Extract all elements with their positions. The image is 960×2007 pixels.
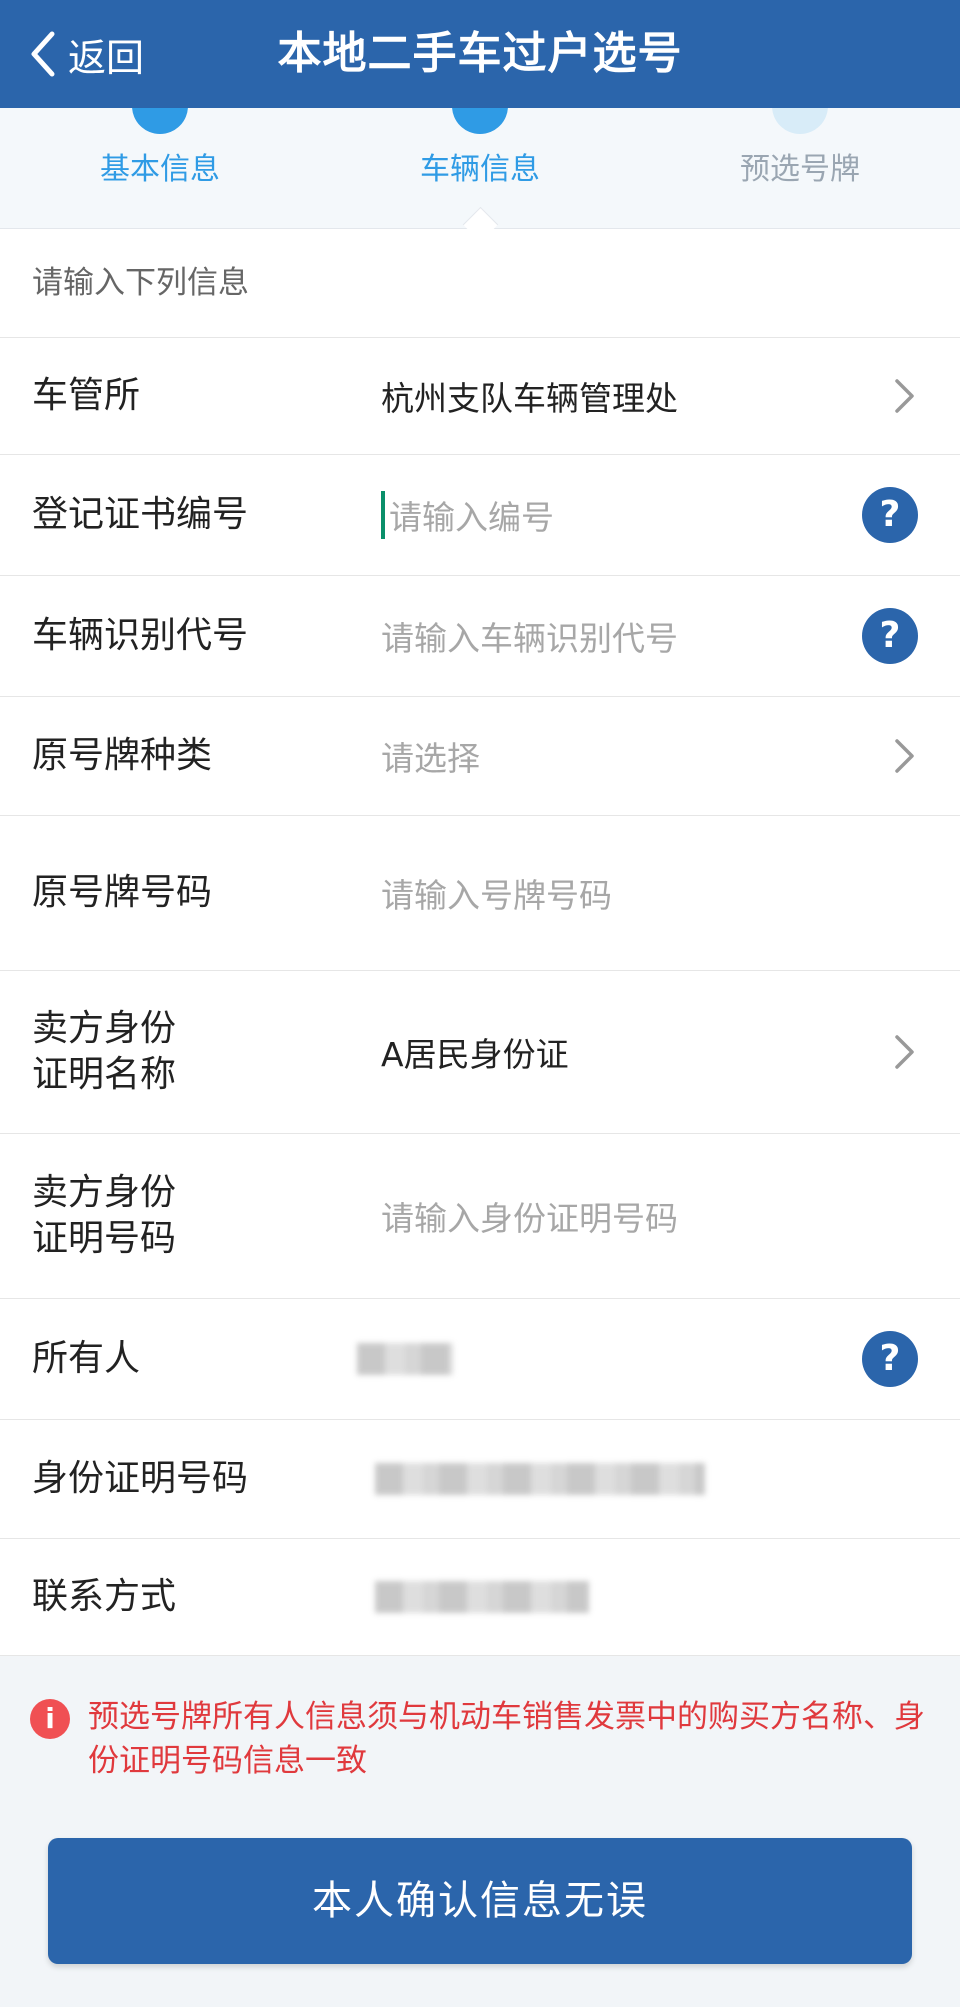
field-label-line1: 卖方身份 — [32, 1008, 177, 1049]
original-plate-type-select[interactable]: 请选择 — [381, 697, 850, 815]
field-label: 原号牌号码 — [32, 872, 213, 913]
confirm-info-button[interactable]: 本人确认信息无误 — [48, 1838, 912, 1964]
field-seller-id-type[interactable]: 卖方身份 证明名称 A居民身份证 — [0, 971, 960, 1134]
chevron-right-icon — [895, 379, 914, 413]
seller-id-number-input[interactable]: 请输入身份证明号码 — [381, 1134, 850, 1298]
top-header: 返回 本地二手车过户选号 — [0, 0, 960, 108]
redacted-block — [357, 1343, 453, 1375]
original-plate-number-input[interactable]: 请输入号牌号码 — [381, 816, 850, 970]
field-label: 卖方身份 证明号码 — [32, 1134, 352, 1298]
field-original-plate-type[interactable]: 原号牌种类 请选择 — [0, 697, 960, 816]
info-alert-icon: i — [30, 1699, 70, 1739]
field-label-line1: 卖方身份 — [32, 1172, 177, 1213]
form-hint: 请输入下列信息 — [0, 229, 960, 338]
help-question-icon[interactable]: ? — [862, 1331, 918, 1387]
app-root: 返回 本地二手车过户选号 基本信息 车辆信息 预选号牌 请输入下列信息 车管所 … — [0, 0, 960, 2007]
field-owner: 所有人 ? — [0, 1299, 960, 1420]
step-plate-selection: 预选号牌 — [640, 108, 960, 228]
field-label: 车管所 — [32, 375, 141, 416]
redacted-block — [375, 1463, 705, 1495]
field-vin: 车辆识别代号 请输入车辆识别代号 ? — [0, 576, 960, 697]
field-registration-cert-no: 登记证书编号 请输入编号 ? — [0, 455, 960, 576]
field-label-line2: 证明名称 — [32, 1054, 177, 1095]
warning-text: 预选号牌所有人信息须与机动车销售发票中的购买方名称、身份证明号码信息一致 — [88, 1699, 925, 1779]
field-label: 登记证书编号 — [32, 494, 249, 535]
vehicle-info-form: 请输入下列信息 车管所 杭州支队车辆管理处 登记证书编号 请输入编号 ? 车辆识… — [0, 229, 960, 1656]
help-question-icon[interactable]: ? — [862, 487, 918, 543]
owner-value-redacted — [357, 1299, 850, 1419]
owner-id-value-redacted — [375, 1420, 850, 1538]
field-label: 联系方式 — [32, 1576, 177, 1617]
field-seller-id-number: 卖方身份 证明号码 请输入身份证明号码 — [0, 1134, 960, 1299]
field-original-plate-number: 原号牌号码 请输入号牌号码 — [0, 816, 960, 971]
step-dot-icon — [452, 108, 508, 134]
step-basic-info: 基本信息 — [0, 108, 320, 228]
field-label: 身份证明号码 — [32, 1458, 249, 1499]
registration-cert-input[interactable]: 请输入编号 — [381, 455, 850, 575]
help-question-icon[interactable]: ? — [862, 608, 918, 664]
contact-value-redacted — [375, 1539, 850, 1655]
owner-info-warning: i 预选号牌所有人信息须与机动车销售发票中的购买方名称、身份证明号码信息一致 — [30, 1695, 930, 1783]
field-vehicle-office[interactable]: 车管所 杭州支队车辆管理处 — [0, 338, 960, 455]
field-label: 原号牌种类 — [32, 735, 213, 776]
step-dot-icon — [772, 108, 828, 134]
field-label: 所有人 — [32, 1338, 141, 1379]
step-label: 预选号牌 — [740, 152, 860, 187]
vehicle-office-value: 杭州支队车辆管理处 — [381, 379, 678, 418]
page-title: 本地二手车过户选号 — [277, 28, 683, 79]
seller-id-type-value: A居民身份证 — [381, 1035, 569, 1074]
step-label: 基本信息 — [100, 152, 220, 187]
field-label: 卖方身份 证明名称 — [32, 971, 352, 1133]
field-label: 车辆识别代号 — [32, 615, 249, 656]
text-cursor — [381, 491, 385, 539]
step-dot-icon — [132, 108, 188, 134]
chevron-right-icon — [895, 1035, 914, 1069]
vin-input[interactable]: 请输入车辆识别代号 — [381, 576, 850, 696]
field-owner-id-number: 身份证明号码 — [0, 1420, 960, 1539]
field-contact: 联系方式 — [0, 1539, 960, 1656]
chevron-right-icon — [895, 739, 914, 773]
field-label-line2: 证明号码 — [32, 1218, 177, 1259]
redacted-block — [375, 1581, 589, 1613]
step-label: 车辆信息 — [420, 152, 540, 187]
input-placeholder: 请输入编号 — [389, 498, 554, 537]
